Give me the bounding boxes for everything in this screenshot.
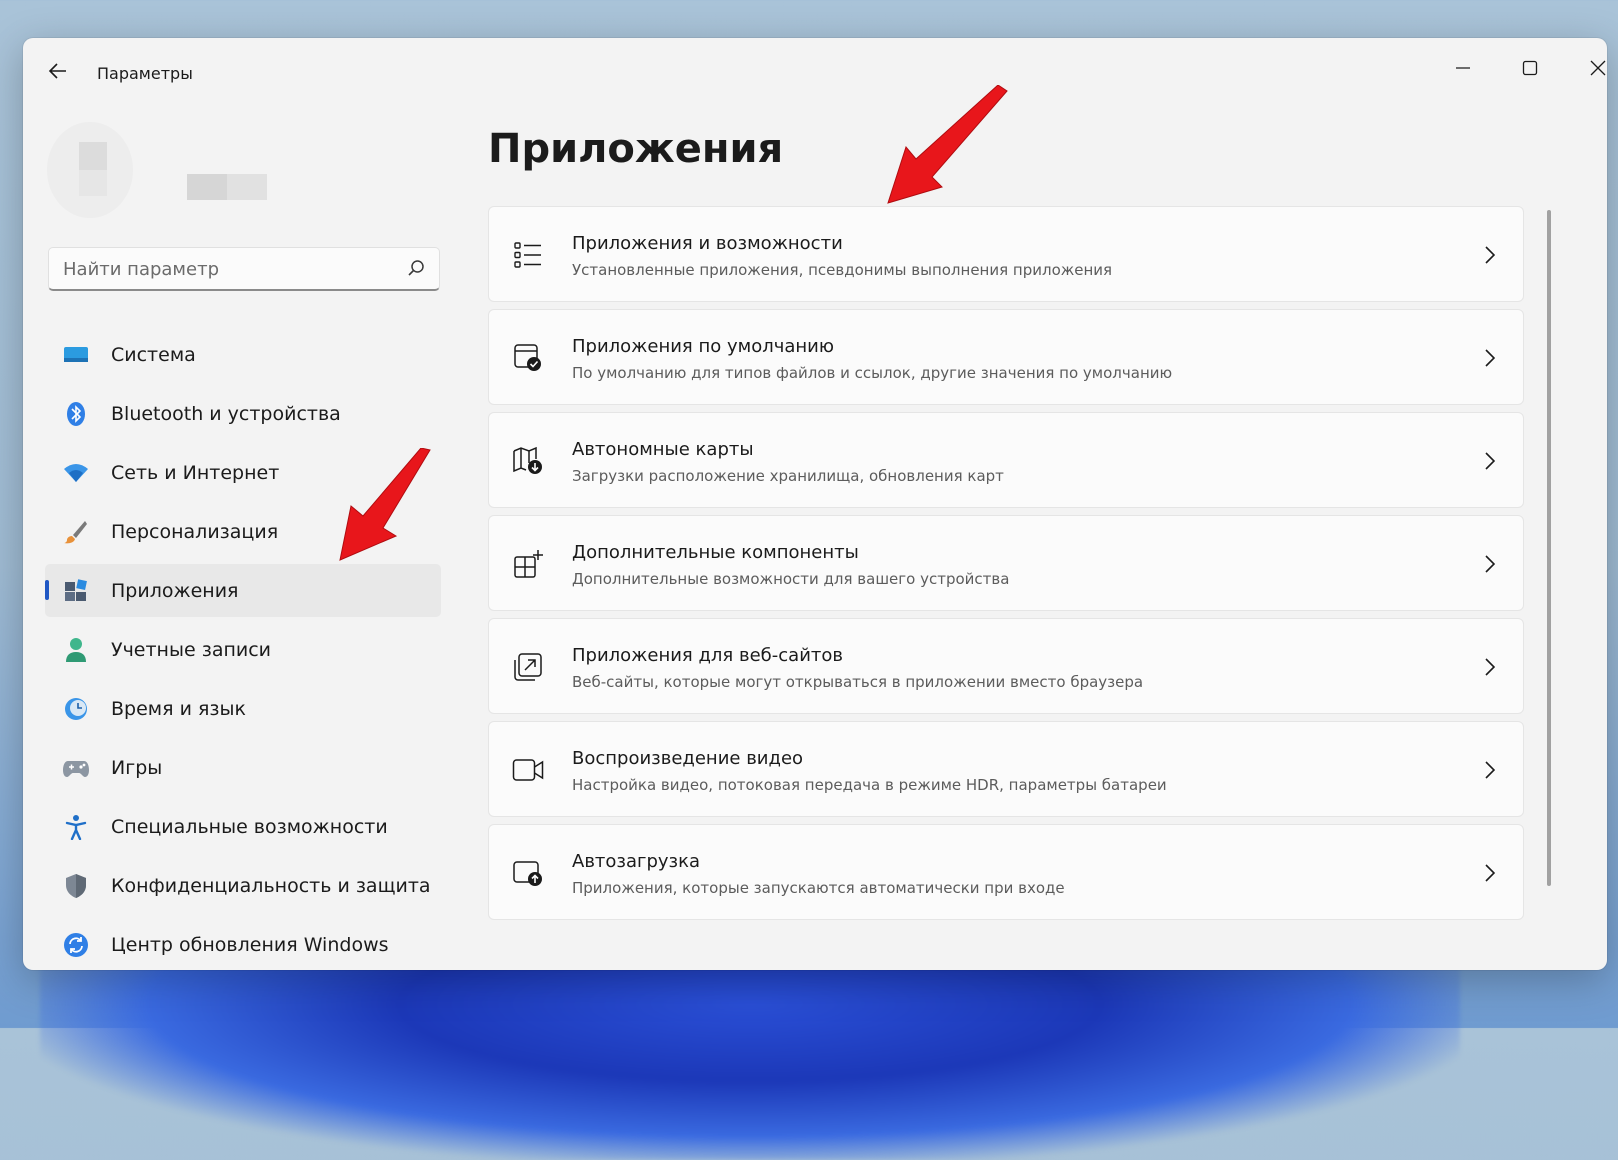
chevron-right-icon — [1479, 449, 1501, 473]
sidebar-item-network[interactable]: Сеть и Интернет — [45, 446, 441, 499]
sidebar-item-system[interactable]: Система — [45, 328, 441, 381]
card-description: Настройка видео, потоковая передача в ре… — [572, 776, 1167, 794]
card-description: Веб-сайты, которые могут открываться в п… — [572, 673, 1144, 691]
search-input[interactable] — [49, 248, 395, 290]
card-title: Автозагрузка — [572, 851, 701, 872]
maximize-button[interactable] — [1503, 48, 1557, 88]
sidebar-item-label: Специальные возможности — [111, 815, 388, 838]
chevron-right-icon — [1479, 861, 1501, 885]
apps-icon — [63, 578, 89, 604]
card-startup[interactable]: Автозагрузка Приложения, которые запуска… — [488, 824, 1524, 920]
sidebar-item-privacy[interactable]: Конфиденциальность и защита — [45, 859, 441, 912]
avatar — [47, 122, 133, 218]
card-default-apps[interactable]: Приложения по умолчанию По умолчанию для… — [488, 309, 1524, 405]
sidebar-item-label: Конфиденциальность и защита — [111, 874, 431, 897]
sidebar-item-bluetooth[interactable]: Bluetooth и устройства — [45, 387, 441, 440]
card-description: По умолчанию для типов файлов и ссылок, … — [572, 364, 1173, 382]
card-title: Дополнительные компоненты — [572, 542, 859, 563]
card-title: Приложения и возможности — [572, 233, 843, 254]
add-component-icon — [511, 548, 545, 580]
scrollbar[interactable] — [1547, 210, 1551, 886]
page-title: Приложения — [488, 126, 784, 172]
sidebar-item-gaming[interactable]: Игры — [45, 741, 441, 794]
settings-window: Параметры Система Bluetooth и устро — [23, 38, 1607, 970]
app-title: Параметры — [97, 64, 193, 83]
sidebar-nav: Система Bluetooth и устройства Сеть и Ин… — [45, 328, 441, 970]
brush-icon — [63, 519, 89, 545]
display-icon — [63, 342, 89, 368]
minimize-icon — [1456, 67, 1470, 69]
chevron-right-icon — [1479, 243, 1501, 267]
shield-icon — [63, 873, 89, 899]
sidebar-item-personalization[interactable]: Персонализация — [45, 505, 441, 558]
offline-map-icon — [511, 445, 545, 477]
card-video-playback[interactable]: Воспроизведение видео Настройка видео, п… — [488, 721, 1524, 817]
person-icon — [63, 637, 89, 663]
card-offline-maps[interactable]: Автономные карты Загрузки расположение х… — [488, 412, 1524, 508]
wifi-icon — [63, 460, 89, 486]
sidebar-item-windows-update[interactable]: Центр обновления Windows — [45, 918, 441, 970]
card-title: Воспроизведение видео — [572, 748, 804, 769]
close-button[interactable] — [1571, 48, 1607, 88]
card-description: Загрузки расположение хранилища, обновле… — [572, 467, 1004, 485]
search-icon[interactable] — [407, 259, 425, 277]
sidebar-item-label: Сеть и Интернет — [111, 461, 280, 484]
sidebar-item-label: Персонализация — [111, 520, 279, 543]
title-bar: Параметры — [23, 38, 1607, 108]
search-box[interactable] — [48, 247, 440, 291]
sidebar-item-label: Bluetooth и устройства — [111, 402, 341, 425]
sidebar-item-label: Центр обновления Windows — [111, 933, 389, 956]
sidebar-item-label: Время и язык — [111, 697, 246, 720]
maximize-icon — [1522, 60, 1538, 76]
back-arrow-icon — [48, 63, 66, 79]
card-description: Приложения, которые запускаются автомати… — [572, 879, 1065, 897]
card-optional-features[interactable]: Дополнительные компоненты Дополнительные… — [488, 515, 1524, 611]
sidebar-item-label: Система — [111, 343, 196, 366]
clock-globe-icon — [63, 696, 89, 722]
settings-card-list: Приложения и возможности Установленные п… — [488, 206, 1524, 927]
sidebar-item-accessibility[interactable]: Специальные возможности — [45, 800, 441, 853]
close-icon — [1590, 60, 1606, 76]
chevron-right-icon — [1479, 655, 1501, 679]
update-icon — [63, 932, 89, 958]
sidebar-item-accounts[interactable]: Учетные записи — [45, 623, 441, 676]
card-title: Приложения по умолчанию — [572, 336, 835, 357]
list-icon — [511, 239, 545, 271]
sidebar-item-label: Игры — [111, 756, 163, 779]
profile-name-blurred — [187, 174, 267, 200]
chevron-right-icon — [1479, 758, 1501, 782]
web-app-icon — [511, 651, 545, 683]
card-apps-features[interactable]: Приложения и возможности Установленные п… — [488, 206, 1524, 302]
video-icon — [511, 754, 545, 786]
back-button[interactable] — [43, 56, 73, 86]
card-description: Установленные приложения, псевдонимы вып… — [572, 261, 1113, 279]
sidebar-item-apps[interactable]: Приложения — [45, 564, 441, 617]
minimize-button[interactable] — [1436, 48, 1490, 88]
sidebar-item-label: Приложения — [111, 579, 239, 602]
card-apps-for-websites[interactable]: Приложения для веб-сайтов Веб-сайты, кот… — [488, 618, 1524, 714]
startup-icon — [511, 857, 545, 889]
chevron-right-icon — [1479, 552, 1501, 576]
sidebar-item-label: Учетные записи — [111, 638, 272, 661]
accessibility-icon — [63, 814, 89, 840]
card-title: Приложения для веб-сайтов — [572, 645, 843, 666]
gamepad-icon — [63, 755, 89, 781]
default-apps-icon — [511, 342, 545, 374]
bluetooth-icon — [63, 401, 89, 427]
card-description: Дополнительные возможности для вашего ус… — [572, 570, 1010, 588]
card-title: Автономные карты — [572, 439, 754, 460]
chevron-right-icon — [1479, 346, 1501, 370]
sidebar-item-time-language[interactable]: Время и язык — [45, 682, 441, 735]
